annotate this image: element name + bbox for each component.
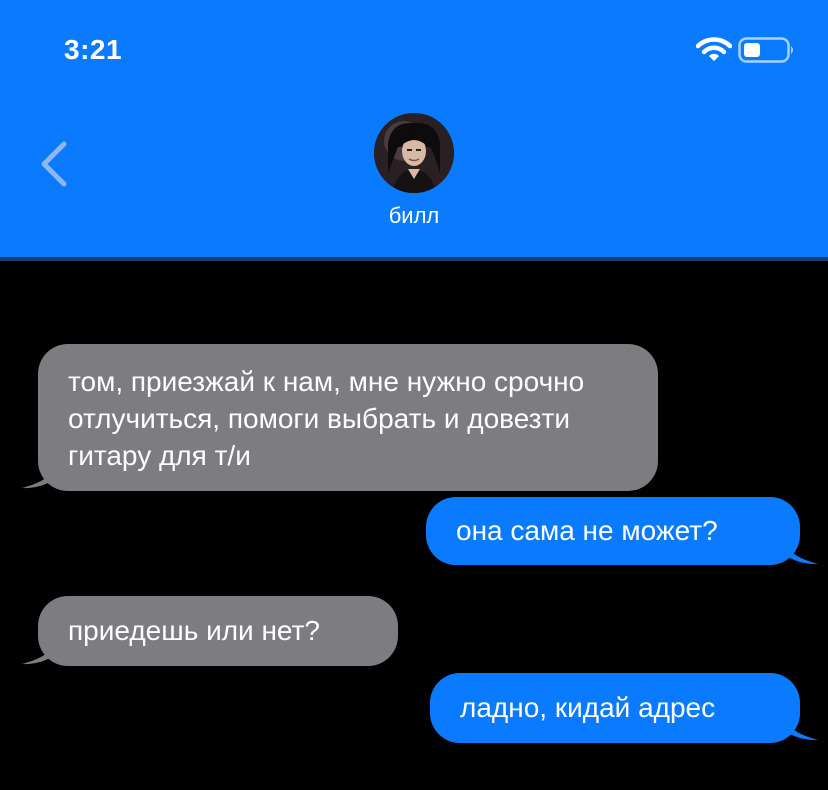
message-bubble-outgoing[interactable]: она сама не может? <box>426 497 800 565</box>
contact-name[interactable]: билл <box>0 203 828 229</box>
chat-header: 3:21 билл <box>0 0 828 257</box>
message-thread: том, приезжай к нам, мне нужно срочно от… <box>0 261 828 790</box>
back-chevron-icon[interactable] <box>30 136 78 192</box>
contact-avatar[interactable] <box>374 113 454 193</box>
message-bubble-incoming[interactable]: приедешь или нет? <box>38 596 398 666</box>
message-bubble-incoming[interactable]: том, приезжай к нам, мне нужно срочно от… <box>38 344 658 491</box>
message-text: она сама не может? <box>456 515 718 546</box>
wifi-icon <box>696 37 732 61</box>
message-text: приедешь или нет? <box>68 615 320 646</box>
battery-icon <box>738 37 793 63</box>
message-bubble-outgoing[interactable]: ладно, кидай адрес <box>430 673 800 743</box>
message-text: том, приезжай к нам, мне нужно срочно от… <box>68 366 585 471</box>
message-text: ладно, кидай адрес <box>460 692 716 723</box>
status-time: 3:21 <box>64 34 123 65</box>
